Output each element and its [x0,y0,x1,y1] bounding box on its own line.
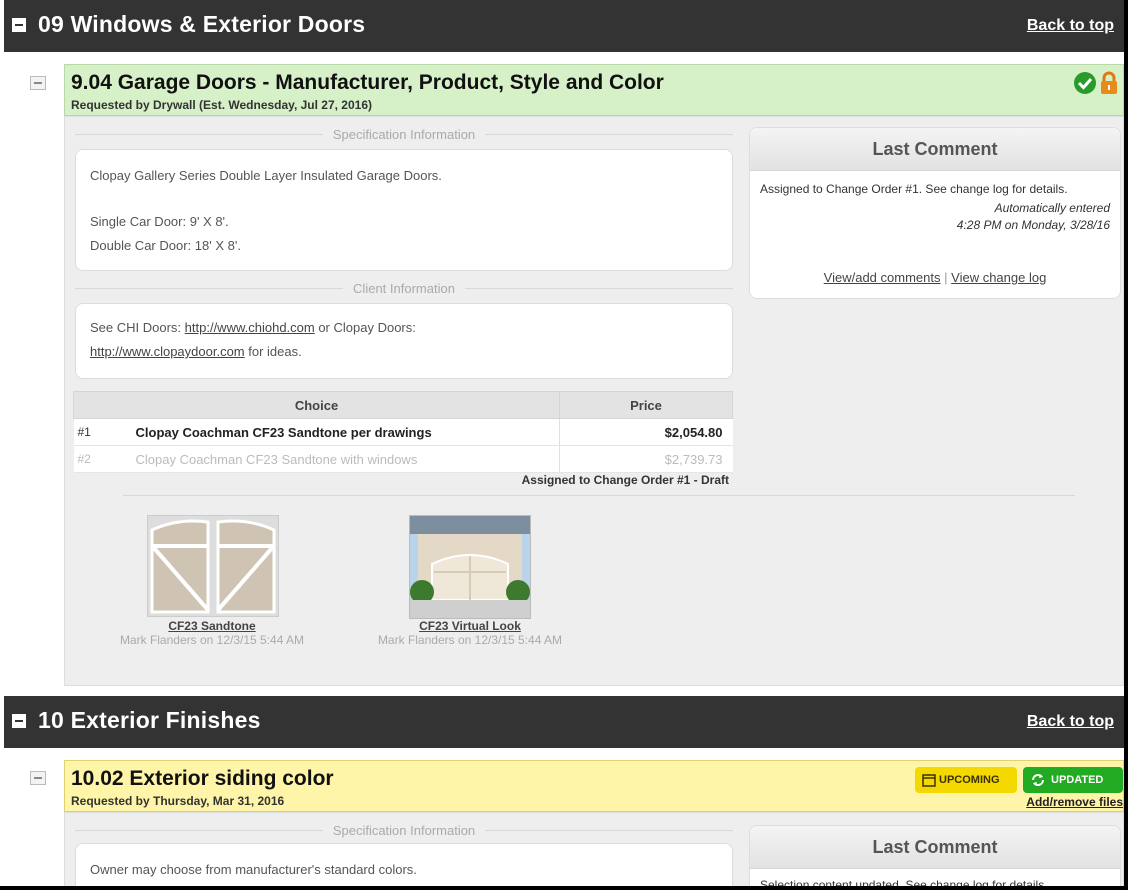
upcoming-label: UPCOMING [939,774,1000,786]
updated-label: UPDATED [1051,774,1104,786]
last-comment-text: Selection content updated. See change lo… [760,878,1048,890]
spec-line: Owner may choose from manufacturer's sta… [90,862,417,877]
choice-name: Clopay Coachman CF23 Sandtone with windo… [134,445,560,473]
garage-door-image [150,519,276,614]
client-text: for ideas. [244,344,302,359]
collapse-section-icon[interactable] [12,18,26,32]
table-row[interactable]: #2 Clopay Coachman CF23 Sandtone with wi… [73,445,733,473]
item-title: 10.02 Exterior siding color [71,767,334,790]
spec-legend: Specification Information [75,823,733,838]
lock-icon [1101,71,1117,94]
collapse-section-icon[interactable] [12,714,26,728]
last-comment-card: Last Comment Selection content updated. … [749,825,1121,890]
calendar-icon [922,774,936,787]
item-header: 9.04 Garage Doors - Manufacturer, Produc… [64,64,1124,116]
thumbnail-name[interactable]: CF23 Virtual Look [361,619,579,633]
choice-header: Choice [73,391,560,419]
assigned-status: Assigned to Change Order #1 - Draft [521,473,729,487]
collapse-item-button[interactable] [30,771,46,785]
check-circle-icon [1074,72,1096,94]
link-separator: | [944,270,948,285]
item-title: 9.04 Garage Doors - Manufacturer, Produc… [71,71,664,94]
spec-line: Clopay Gallery Series Double Layer Insul… [90,168,442,183]
item-requested: Requested by Drywall (Est. Wednesday, Ju… [71,98,373,112]
section-header-10: 10 Exterior Finishes Back to top [4,696,1124,748]
section-header-09: 09 Windows & Exterior Doors Back to top [4,0,1124,52]
thumbnail-name[interactable]: CF23 Sandtone [103,619,321,633]
back-to-top-link[interactable]: Back to top [1027,17,1114,35]
back-to-top-link[interactable]: Back to top [1027,713,1114,731]
view-add-comments-link[interactable]: View/add comments [824,270,941,285]
section-title: 10 Exterior Finishes [38,707,261,733]
view-change-log-link[interactable]: View change log [951,270,1046,285]
client-box: See CHI Doors: http://www.chiohd.com or … [75,303,733,379]
choices-table: Choice Price #1 Clopay Coachman CF23 San… [73,391,733,473]
spec-line: Single Car Door: 9' X 8'. [90,214,229,229]
thumbnail-cf23-virtual-look[interactable] [409,515,531,619]
add-remove-files-link[interactable]: Add/remove files [1015,795,1123,809]
divider [123,495,1075,496]
thumbnail-caption: CF23 Virtual Look Mark Flanders on 12/3/… [361,619,579,647]
thumbnail-caption: CF23 Sandtone Mark Flanders on 12/3/15 5… [103,619,321,647]
choice-price: $2,054.80 [559,418,733,446]
item-header: 10.02 Exterior siding color Requested by… [64,760,1124,812]
page-frame: 09 Windows & Exterior Doors Back to top … [0,0,1128,890]
section-title: 09 Windows & Exterior Doors [38,11,366,37]
upcoming-badge: UPCOMING [915,767,1017,793]
thumbnail-cf23-sandtone[interactable] [147,515,279,617]
chi-doors-link[interactable]: http://www.chiohd.com [185,320,315,335]
choice-number: #1 [73,418,135,446]
last-comment-title: Last Comment [750,826,1120,869]
item-body: Specification Information Clopay Gallery… [64,116,1124,686]
updated-badge: UPDATED [1023,767,1123,793]
comment-auto-label: Automatically entered [994,201,1110,215]
last-comment-text: Assigned to Change Order #1. See change … [760,182,1068,196]
house-photo-image [410,516,530,618]
spec-box: Owner may choose from manufacturer's sta… [75,843,733,886]
client-text: See CHI Doors: [90,320,185,335]
last-comment-title: Last Comment [750,128,1120,171]
client-legend: Client Information [75,281,733,296]
table-row[interactable]: #1 Clopay Coachman CF23 Sandtone per dra… [73,418,733,446]
refresh-icon [1032,774,1044,786]
thumbnail-meta: Mark Flanders on 12/3/15 5:44 AM [377,633,563,647]
price-header: Price [559,391,733,419]
item-requested: Requested by Thursday, Mar 31, 2016 [71,794,285,808]
client-text: or Clopay Doors: [314,320,416,335]
choice-price: $2,739.73 [559,445,733,473]
collapse-item-button[interactable] [30,76,46,90]
choice-name: Clopay Coachman CF23 Sandtone per drawin… [134,418,560,446]
spec-legend: Specification Information [75,127,733,142]
choice-number: #2 [73,445,135,473]
last-comment-card: Last Comment Assigned to Change Order #1… [749,127,1121,299]
spec-line: Double Car Door: 18' X 8'. [90,238,241,253]
item-body: Specification Information Owner may choo… [64,812,1124,890]
clopay-doors-link[interactable]: http://www.clopaydoor.com [90,344,245,359]
spec-box: Clopay Gallery Series Double Layer Insul… [75,149,733,271]
thumbnail-meta: Mark Flanders on 12/3/15 5:44 AM [119,633,305,647]
comment-timestamp: 4:28 PM on Monday, 3/28/16 [956,218,1110,232]
